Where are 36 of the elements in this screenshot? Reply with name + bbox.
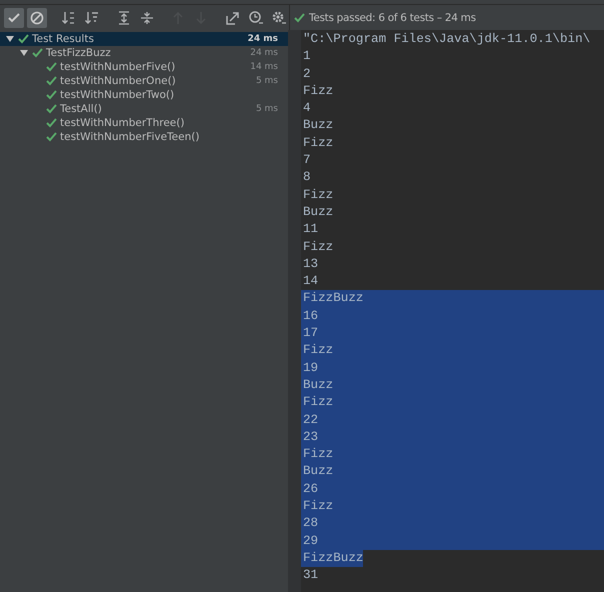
- tree-item[interactable]: testWithNumberTwo(): [0, 88, 288, 102]
- sort-icon: [60, 10, 77, 26]
- expanded-arrow-icon[interactable]: [6, 35, 14, 43]
- console-line: 2: [302, 66, 311, 83]
- console-line: 31: [302, 567, 318, 584]
- console-line: Fizz: [302, 186, 334, 204]
- console-line: Fizz: [302, 134, 334, 152]
- tree-item[interactable]: TestFizzBuzz 24 ms: [0, 46, 288, 60]
- console-line: 1: [302, 48, 311, 66]
- ban-icon: [29, 10, 45, 26]
- tree-item[interactable]: TestAll() 5 ms: [0, 102, 288, 116]
- console-line: 8: [302, 169, 311, 186]
- console-line: 11: [302, 221, 318, 238]
- show-passed-button[interactable]: [4, 8, 24, 28]
- console-line: "C:\Program Files\Java\jdk-11.0.1\bin\: [302, 31, 590, 48]
- console-line: Fizz: [302, 238, 334, 256]
- tree-item[interactable]: testWithNumberThree(): [0, 116, 288, 130]
- tree-item[interactable]: testWithNumberFive() 14 ms: [0, 60, 288, 74]
- export-icon: [225, 10, 241, 26]
- console-line: 14: [302, 273, 318, 290]
- sort-icon: [84, 10, 100, 26]
- console-line: 13: [302, 256, 318, 273]
- tree-item[interactable]: Test Results 24 ms: [0, 32, 288, 46]
- console-line: 7: [302, 152, 311, 170]
- console-line: Buzz: [302, 117, 334, 134]
- tree-item[interactable]: testWithNumberOne() 5 ms: [0, 74, 288, 88]
- console-line: Buzz: [302, 204, 334, 221]
- collapse-all-icon: [138, 10, 154, 26]
- expanded-arrow-icon[interactable]: [20, 49, 28, 57]
- history-icon: [248, 10, 264, 26]
- tree-item[interactable]: testWithNumberFiveTeen(): [0, 130, 288, 144]
- console-line: Fizz: [302, 82, 334, 100]
- console-line: 4: [302, 100, 311, 118]
- show-ignored-button[interactable]: [27, 8, 47, 28]
- settings-icon: [271, 10, 287, 26]
- status-text: Tests passed: 6 of 6 tests – 24 ms: [309, 12, 476, 24]
